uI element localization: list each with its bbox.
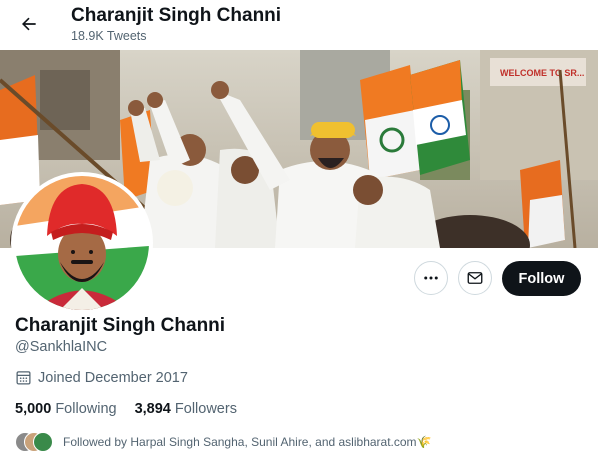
profile-name: Charanjit Singh Channi [15, 315, 226, 336]
followed-by[interactable]: Followed by Harpal Singh Sangha, Sunil A… [15, 431, 431, 453]
banner-sign: WELCOME TO SR... [500, 68, 584, 78]
following-link[interactable]: 5,000 Following [15, 401, 117, 417]
followers-count: 3,894 [134, 401, 171, 417]
follow-button[interactable]: Follow [502, 261, 581, 296]
join-date-text: Joined December 2017 [38, 369, 188, 386]
avatar[interactable] [15, 176, 149, 310]
envelope-icon [467, 272, 483, 284]
calendar-icon [16, 371, 31, 385]
followed-by-text: Followed by Harpal Singh Sangha, Sunil A… [63, 435, 432, 449]
message-button[interactable] [458, 261, 492, 295]
arrow-left-icon [22, 17, 36, 31]
header-title: Charanjit Singh Channi [71, 5, 282, 26]
more-horizontal-icon [424, 276, 438, 280]
follow-stats: 5,000 Following 3,894 Followers [15, 401, 237, 417]
avatar-image [15, 176, 149, 310]
back-button[interactable] [14, 9, 44, 39]
more-button[interactable] [414, 261, 448, 295]
profile-handle: @SankhlaINC [15, 339, 108, 355]
following-label: Following [55, 401, 117, 417]
tweet-count: 18.9K Tweets [71, 29, 147, 43]
followed-by-avatars [15, 432, 55, 452]
profile-header: Charanjit Singh Channi 18.9K Tweets [0, 0, 608, 50]
followers-link[interactable]: 3,894 Followers [135, 401, 237, 417]
mini-avatar [33, 432, 53, 452]
following-count: 5,000 [15, 401, 52, 417]
join-date: Joined December 2017 [15, 369, 188, 386]
followers-label: Followers [174, 401, 237, 417]
